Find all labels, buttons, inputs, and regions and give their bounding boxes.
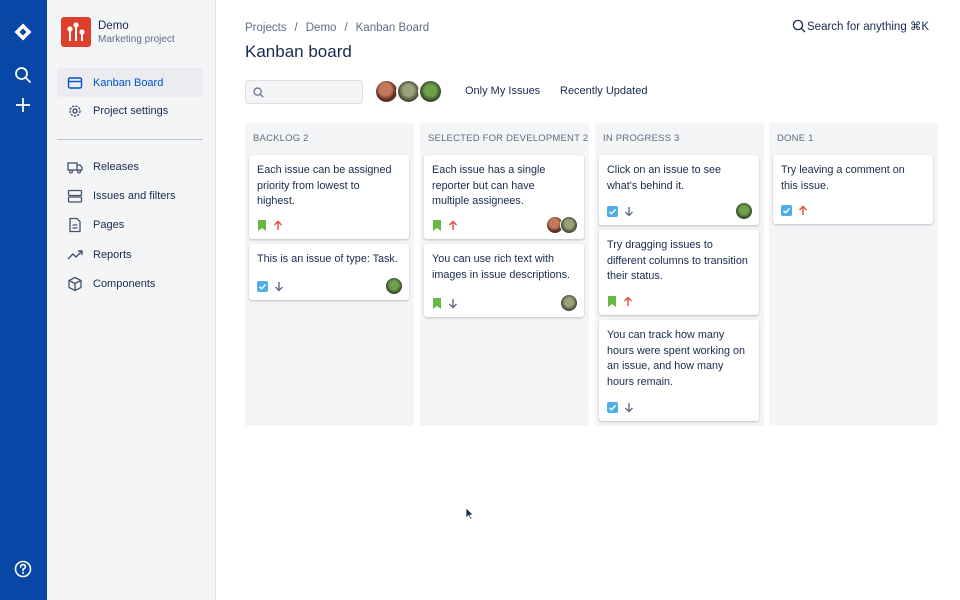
sidebar-item-label: Components: [93, 277, 156, 290]
issue-title: This is an issue of type: Task.: [257, 253, 398, 265]
sidebar-item-label: Project settings: [93, 104, 169, 117]
issue-title: Try dragging issues to different columns…: [607, 239, 748, 282]
project-name: Demo: [98, 20, 129, 32]
page-icon: [69, 217, 81, 232]
avatar[interactable]: [418, 79, 443, 104]
search-icon[interactable]: [14, 66, 32, 84]
sidebar-item-components[interactable]: Components: [57, 269, 203, 298]
lane-done: DONE 1 Try leaving a comment on this iss…: [769, 123, 938, 426]
project-type: Marketing project: [98, 34, 175, 45]
priority-low-arrow-icon: [625, 403, 633, 413]
issue-title: You can track how many hours were spent …: [607, 329, 746, 388]
priority-high-arrow-icon: [799, 205, 807, 215]
issue-card[interactable]: Try leaving a comment on this issue.: [773, 155, 933, 224]
priority-high-arrow-icon: [624, 296, 632, 306]
priority-low-arrow-icon: [275, 282, 283, 292]
mouse-cursor-icon: [465, 507, 475, 521]
breadcrumb-demo[interactable]: Demo: [306, 22, 337, 34]
priority-low-arrow-icon: [625, 207, 633, 217]
issue-card[interactable]: Click on an issue to see what's behind i…: [599, 155, 759, 225]
lane-in-progress: IN PROGRESS 3 Click on an issue to see w…: [595, 123, 764, 426]
story-bookmark-icon: [258, 220, 266, 231]
breadcrumb-projects[interactable]: Projects: [245, 22, 287, 34]
truck-icon: [67, 161, 83, 174]
global-nav-rail: [0, 0, 47, 600]
sidebar-item-label: Reports: [93, 248, 132, 261]
sidebar-item-pages[interactable]: Pages: [57, 210, 203, 239]
sidebar-item-label: Pages: [93, 218, 125, 231]
sidebar-item-label: Issues and filters: [93, 189, 176, 202]
lane-title: IN PROGRESS 3: [603, 133, 680, 144]
search-icon: [253, 87, 264, 98]
issue-card[interactable]: Try dragging issues to different columns…: [599, 230, 759, 315]
board-search-input[interactable]: [268, 84, 358, 100]
issue-title: You can use rich text with images in iss…: [432, 253, 571, 281]
sidebar-item-project-settings[interactable]: Project settings: [57, 96, 203, 125]
breadcrumb-kanban-board[interactable]: Kanban Board: [356, 22, 430, 34]
sidebar-item-issues-and-filters[interactable]: Issues and filters: [57, 181, 203, 210]
task-checkbox-icon: [607, 402, 618, 413]
task-checkbox-icon: [781, 205, 792, 216]
priority-high-arrow-icon: [449, 220, 457, 230]
plus-icon[interactable]: [14, 96, 32, 114]
issue-card[interactable]: You can use rich text with images in iss…: [424, 244, 584, 317]
global-search-label: Search for anything ⌘K: [807, 21, 930, 33]
jira-logo-icon[interactable]: [13, 22, 33, 42]
project-sidebar: Demo Marketing project Kanban Board Proj…: [47, 0, 216, 600]
lane-title: SELECTED FOR DEVELOPMENT 2: [428, 133, 589, 144]
breadcrumb-separator: /: [344, 22, 348, 34]
only-my-issues-button[interactable]: Only My Issues: [465, 85, 540, 97]
page-title: Kanban board: [245, 42, 352, 61]
breadcrumb-separator: /: [294, 22, 298, 34]
help-icon[interactable]: [14, 560, 32, 578]
sidebar-item-releases[interactable]: Releases: [57, 152, 203, 181]
story-bookmark-icon: [433, 220, 441, 231]
sidebar-item-kanban-board[interactable]: Kanban Board: [57, 68, 203, 97]
breadcrumb: Projects / Demo / Kanban Board: [245, 22, 429, 34]
avatar: [385, 277, 403, 295]
search-icon: [792, 19, 806, 33]
avatar: [560, 294, 578, 312]
lane-title: DONE 1: [777, 133, 814, 144]
avatar: [735, 202, 753, 220]
global-search[interactable]: Search for anything ⌘K: [792, 19, 929, 33]
priority-low-arrow-icon: [449, 299, 457, 309]
avatar: [560, 216, 578, 234]
issue-title: Each issue has a single reporter but can…: [432, 164, 546, 207]
recently-updated-button[interactable]: Recently Updated: [560, 85, 647, 97]
project-avatar: [61, 17, 91, 47]
task-checkbox-icon: [607, 206, 618, 217]
priority-high-arrow-icon: [274, 220, 282, 230]
issue-card[interactable]: You can track how many hours were spent …: [599, 320, 759, 421]
sidebar-item-label: Releases: [93, 160, 139, 173]
assignee-avatar-filter: [374, 79, 443, 104]
box-icon: [68, 276, 82, 291]
issue-card[interactable]: Each issue has a single reporter but can…: [424, 155, 584, 239]
story-bookmark-icon: [433, 298, 441, 309]
board-search-field[interactable]: [245, 80, 363, 104]
board-icon: [67, 76, 83, 89]
issue-title: Try leaving a comment on this issue.: [781, 164, 905, 192]
trend-icon: [67, 249, 83, 259]
rocket-logo-icon: [67, 22, 85, 41]
task-checkbox-icon: [257, 281, 268, 292]
sidebar-divider: [57, 139, 203, 140]
issue-card[interactable]: Each issue can be assigned priority from…: [249, 155, 409, 239]
sidebar-item-reports[interactable]: Reports: [57, 240, 203, 269]
lane-selected-for-development: SELECTED FOR DEVELOPMENT 2 Each issue ha…: [420, 123, 589, 426]
issue-card[interactable]: This is an issue of type: Task.: [249, 244, 409, 300]
issue-title: Each issue can be assigned priority from…: [257, 164, 392, 207]
gear-icon: [69, 104, 81, 117]
lane-title: BACKLOG 2: [253, 133, 309, 144]
lane-backlog: BACKLOG 2 Each issue can be assigned pri…: [245, 123, 414, 426]
sidebar-item-label: Kanban Board: [93, 76, 164, 89]
stack-icon: [67, 189, 83, 203]
story-bookmark-icon: [608, 296, 616, 307]
issue-title: Click on an issue to see what's behind i…: [607, 164, 722, 192]
